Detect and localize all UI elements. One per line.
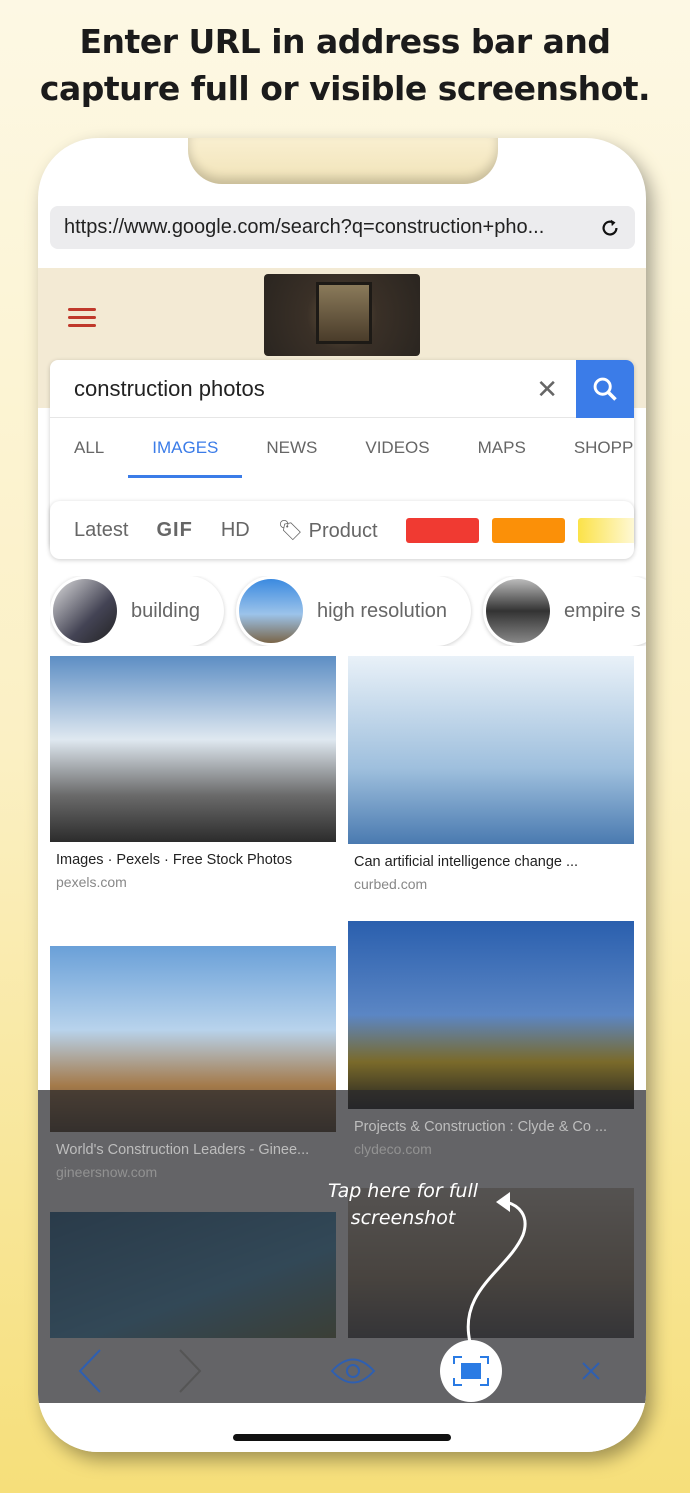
result-card[interactable]: Projects & Construction : Clyde & Co ...… xyxy=(348,921,634,1157)
chip-high-resolution[interactable]: high resolution xyxy=(235,576,472,646)
chip-label: empire s xyxy=(564,599,641,622)
search-query: construction photos xyxy=(74,375,265,401)
close-icon[interactable] xyxy=(581,1361,601,1381)
search-icon xyxy=(593,377,617,401)
tag-icon: 🏷 xyxy=(277,519,309,542)
tab-news[interactable]: NEWS xyxy=(242,418,341,478)
full-screenshot-button[interactable] xyxy=(440,1340,502,1402)
tab-all[interactable]: ALL xyxy=(50,418,128,478)
chip-thumbnail xyxy=(486,579,551,643)
result-image[interactable] xyxy=(50,656,336,842)
result-title[interactable]: Projects & Construction : Clyde & Co ... xyxy=(348,1119,634,1135)
color-filter-orange[interactable] xyxy=(491,517,565,543)
tab-shopping[interactable]: SHOPP xyxy=(550,418,634,478)
phone-frame: https://www.google.com/search?q=construc… xyxy=(38,138,646,1452)
chip-thumbnail xyxy=(53,579,117,643)
result-title[interactable]: Can artificial intelligence change ... xyxy=(348,854,634,870)
url-text[interactable]: https://www.google.com/search?q=construc… xyxy=(64,216,599,239)
filter-bar: Latest GIF HD 🏷 Product xyxy=(50,501,634,559)
result-source: clydeco.com xyxy=(354,1141,432,1157)
filter-product-label: Product xyxy=(308,519,378,542)
result-source: pexels.com xyxy=(56,874,127,890)
result-card[interactable]: Can artificial intelligence change ... c… xyxy=(348,656,634,892)
chip-thumbnail xyxy=(238,579,303,643)
filter-latest[interactable]: Latest xyxy=(74,519,128,542)
capture-icon xyxy=(453,1356,489,1386)
headline-line-2: capture full or visible screenshot. xyxy=(39,69,651,108)
filter-gif[interactable]: GIF xyxy=(156,519,192,542)
result-title[interactable]: Images · Pexels · Free Stock Photos xyxy=(50,852,336,868)
forward-icon[interactable] xyxy=(178,1348,202,1394)
result-card[interactable]: World's Construction Leaders - Ginee... … xyxy=(50,946,336,1180)
menu-icon[interactable] xyxy=(68,303,96,332)
search-tabs: ALL IMAGES NEWS VIDEOS MAPS SHOPP xyxy=(50,418,634,478)
tab-videos[interactable]: VIDEOS xyxy=(341,418,453,478)
filter-hd[interactable]: HD xyxy=(221,519,250,542)
search-input[interactable]: construction photos ✕ xyxy=(50,360,634,418)
result-image[interactable] xyxy=(348,921,634,1109)
result-title[interactable]: World's Construction Leaders - Ginee... xyxy=(50,1142,336,1158)
filter-product[interactable]: 🏷 Product xyxy=(278,518,378,543)
google-doodle[interactable] xyxy=(264,274,420,356)
chip-label: building xyxy=(131,599,200,622)
web-page: construction photos ✕ ALL IMAGES NEWS VI… xyxy=(38,268,646,1452)
chip-building[interactable]: building xyxy=(50,576,224,646)
result-source: curbed.com xyxy=(354,876,428,892)
address-bar[interactable]: https://www.google.com/search?q=construc… xyxy=(50,206,635,249)
chip-empire-state[interactable]: empire s xyxy=(483,576,646,646)
notch xyxy=(188,138,498,184)
hint-text: Tap here for full screenshot xyxy=(327,1180,479,1229)
color-filter-yellow[interactable] xyxy=(577,517,634,543)
result-source: gineersnow.com xyxy=(56,1164,158,1180)
chip-label: high resolution xyxy=(316,599,448,622)
color-filter-red[interactable] xyxy=(405,517,479,543)
related-chips: building high resolution empire s xyxy=(50,576,646,646)
result-image[interactable] xyxy=(348,656,634,844)
close-icon[interactable]: ✕ xyxy=(536,374,558,405)
tab-maps[interactable]: MAPS xyxy=(454,418,550,478)
reload-icon[interactable] xyxy=(599,217,621,239)
eye-icon[interactable] xyxy=(330,1356,376,1386)
back-icon[interactable] xyxy=(78,1348,102,1394)
home-indicator xyxy=(233,1434,451,1441)
headline-line-1: Enter URL in address bar and xyxy=(79,22,611,61)
headline: Enter URL in address bar and capture ful… xyxy=(0,18,690,112)
result-card[interactable]: Images · Pexels · Free Stock Photos pexe… xyxy=(50,656,336,890)
search-button[interactable] xyxy=(576,360,634,418)
tab-images[interactable]: IMAGES xyxy=(128,418,243,478)
